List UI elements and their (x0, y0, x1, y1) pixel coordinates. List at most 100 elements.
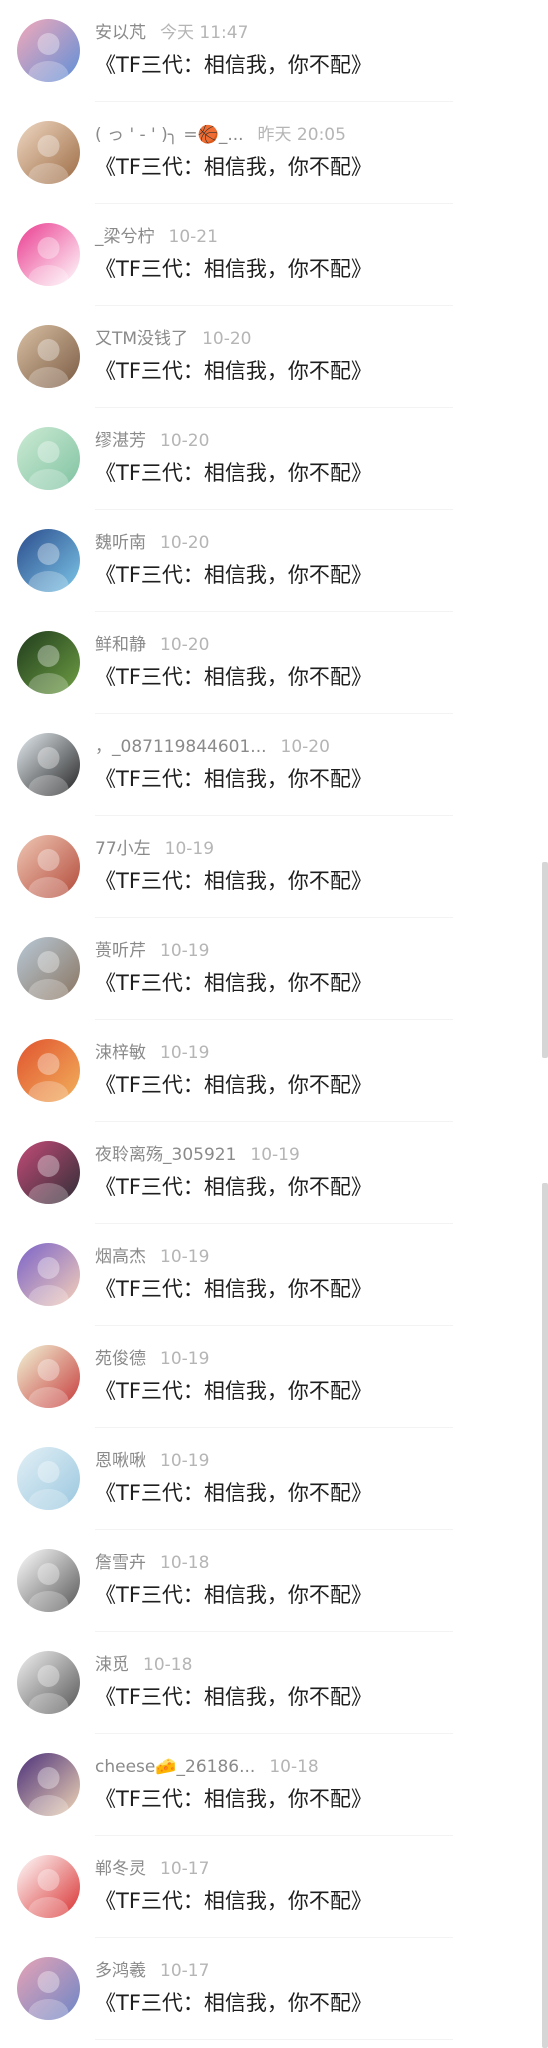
comment-meta: 多鸿羲 10-17 (95, 1960, 209, 1982)
flower-girl-avatar[interactable] (17, 1141, 80, 1204)
comment-text: 《TF三代：相信我，你不配》 (95, 1787, 372, 1811)
comment-item[interactable]: 77小左 10-19 《TF三代：相信我，你不配》 (0, 816, 548, 918)
comment-text: 《TF三代：相信我，你不配》 (95, 665, 372, 689)
green-scene-avatar[interactable] (17, 427, 80, 490)
comment-item[interactable]: 魏听南 10-20 《TF三代：相信我，你不配》 (0, 510, 548, 612)
anime-girl-avatar[interactable] (17, 733, 80, 796)
child-photo-avatar[interactable] (17, 121, 80, 184)
timestamp: 10-21 (168, 227, 218, 247)
comment-item[interactable]: _梁兮柠 10-21 《TF三代：相信我，你不配》 (0, 204, 548, 306)
divider (95, 2039, 453, 2040)
username[interactable]: ( っ ' - ' )╮ =🏀_... (95, 125, 244, 145)
username[interactable]: 77小左 (95, 839, 151, 859)
comment-meta: 77小左 10-19 (95, 838, 214, 860)
schoolgirl-drawing-avatar[interactable] (17, 1345, 80, 1408)
username[interactable]: 多鸿羲 (95, 1961, 146, 1981)
username[interactable]: 安以芃 (95, 23, 146, 43)
cartoon-cat-face-avatar[interactable] (17, 1549, 80, 1612)
comment-meta: 苑俊德 10-19 (95, 1348, 209, 1370)
comment-text: 《TF三代：相信我，你不配》 (95, 257, 372, 281)
comment-item[interactable]: 烟高杰 10-19 《TF三代：相信我，你不配》 (0, 1224, 548, 1326)
comment-item[interactable]: 郸冬灵 10-17 《TF三代：相信我，你不配》 (0, 1836, 548, 1938)
comment-item[interactable]: 鲜和静 10-20 《TF三代：相信我，你不配》 (0, 612, 548, 714)
comment-item[interactable]: 涑梓敏 10-19 《TF三代：相信我，你不配》 (0, 1020, 548, 1122)
username[interactable]: 魏听南 (95, 533, 146, 553)
username[interactable]: 缪湛芳 (95, 431, 146, 451)
comment-item[interactable]: ，_087119844601... 10-20 《TF三代：相信我，你不配》 (0, 714, 548, 816)
comment-item[interactable]: 安以芃 今天 11:47 《TF三代：相信我，你不配》 (0, 0, 548, 102)
comment-text: 《TF三代：相信我，你不配》 (95, 869, 372, 893)
comment-meta: 夜聆离殇_305921 10-19 (95, 1144, 300, 1166)
purple-anime-avatar[interactable] (17, 1243, 80, 1306)
scrollbar-thumb[interactable] (542, 1183, 548, 2048)
comment-item[interactable]: 缪湛芳 10-20 《TF三代：相信我，你不配》 (0, 408, 548, 510)
username[interactable]: cheese🧀_26186... (95, 1757, 255, 1777)
laughing-child-avatar[interactable] (17, 325, 80, 388)
comment-item[interactable]: 又TM没钱了 10-20 《TF三代：相信我，你不配》 (0, 306, 548, 408)
comment-text: 《TF三代：相信我，你不配》 (95, 1889, 372, 1913)
username[interactable]: 涑梓敏 (95, 1043, 146, 1063)
comment-text: 《TF三代：相信我，你不配》 (95, 1073, 372, 1097)
comment-item[interactable]: 恩啾啾 10-19 《TF三代：相信我，你不配》 (0, 1428, 548, 1530)
username[interactable]: 又TM没钱了 (95, 329, 188, 349)
timestamp: 10-17 (160, 1859, 210, 1879)
username[interactable]: _梁兮柠 (95, 227, 155, 247)
man-in-jacket-avatar[interactable] (17, 1753, 80, 1816)
vintage-car-avatar[interactable] (17, 631, 80, 694)
comment-item[interactable]: 蒉听芹 10-19 《TF三代：相信我，你不配》 (0, 918, 548, 1020)
eating-girl-avatar[interactable] (17, 835, 80, 898)
comment-text: 《TF三代：相信我，你不配》 (95, 971, 372, 995)
bw-portrait-avatar[interactable] (17, 1651, 80, 1714)
cat-avatar[interactable] (17, 937, 80, 1000)
timestamp: 10-19 (160, 1451, 210, 1471)
username[interactable]: 涑觅 (95, 1655, 129, 1675)
comment-text: 《TF三代：相信我，你不配》 (95, 767, 372, 791)
timestamp: 今天 11:47 (160, 23, 249, 43)
comment-item[interactable]: 夜聆离殇_305921 10-19 《TF三代：相信我，你不配》 (0, 1122, 548, 1224)
timestamp: 10-19 (160, 941, 210, 961)
username[interactable]: 郸冬灵 (95, 1859, 146, 1879)
comment-item[interactable]: ( っ ' - ' )╮ =🏀_... 昨天 20:05 《TF三代：相信我，你不配… (0, 102, 548, 204)
timestamp: 10-17 (160, 1961, 210, 1981)
username[interactable]: 苑俊德 (95, 1349, 146, 1369)
comment-item[interactable]: 多鸿羲 10-17 《TF三代：相信我，你不配》 (0, 1938, 548, 2040)
timestamp: 10-18 (269, 1757, 319, 1777)
timestamp: 昨天 20:05 (257, 125, 346, 145)
comment-text: 《TF三代：相信我，你不配》 (95, 563, 372, 587)
comment-meta: 蒉听芹 10-19 (95, 940, 209, 962)
timestamp: 10-20 (202, 329, 252, 349)
sunset-sea-avatar[interactable] (17, 1957, 80, 2020)
username[interactable]: 夜聆离殇_305921 (95, 1145, 236, 1165)
comment-item[interactable]: 涑觅 10-18 《TF三代：相信我，你不配》 (0, 1632, 548, 1734)
timestamp: 10-20 (160, 533, 210, 553)
timestamp: 10-20 (160, 635, 210, 655)
username[interactable]: 恩啾啾 (95, 1451, 146, 1471)
hello-kitty-avatar[interactable] (17, 223, 80, 286)
comment-item[interactable]: cheese🧀_26186... 10-18 《TF三代：相信我，你不配》 (0, 1734, 548, 1836)
maruko-avatar[interactable] (17, 1855, 80, 1918)
comment-meta: ( っ ' - ' )╮ =🏀_... 昨天 20:05 (95, 124, 346, 146)
comment-item[interactable]: 苑俊德 10-19 《TF三代：相信我，你不配》 (0, 1326, 548, 1428)
comment-list: 安以芃 今天 11:47 《TF三代：相信我，你不配》( っ ' - ' )╮ =🏀… (0, 0, 548, 2040)
white-hair-anime-avatar[interactable] (17, 1447, 80, 1510)
comment-text: 《TF三代：相信我，你不配》 (95, 1583, 372, 1607)
comment-meta: 烟高杰 10-19 (95, 1246, 209, 1268)
food-plate-avatar[interactable] (17, 1039, 80, 1102)
username[interactable]: ，_087119844601... (95, 737, 267, 757)
comment-text: 《TF三代：相信我，你不配》 (95, 1685, 372, 1709)
username[interactable]: 詹雪卉 (95, 1553, 146, 1573)
username[interactable]: 鲜和静 (95, 635, 146, 655)
comment-meta: 魏听南 10-20 (95, 532, 209, 554)
scrollbar-thumb[interactable] (542, 862, 548, 1058)
timestamp: 10-18 (160, 1553, 210, 1573)
girl-photo-avatar[interactable] (17, 19, 80, 82)
comment-item[interactable]: 詹雪卉 10-18 《TF三代：相信我，你不配》 (0, 1530, 548, 1632)
username[interactable]: 烟高杰 (95, 1247, 146, 1267)
blue-fantasy-avatar[interactable] (17, 529, 80, 592)
comment-meta: 涑觅 10-18 (95, 1654, 192, 1676)
comment-meta: cheese🧀_26186... 10-18 (95, 1756, 319, 1778)
comment-text: 《TF三代：相信我，你不配》 (95, 155, 372, 179)
comment-meta: 又TM没钱了 10-20 (95, 328, 251, 350)
comment-text: 《TF三代：相信我，你不配》 (95, 1277, 372, 1301)
username[interactable]: 蒉听芹 (95, 941, 146, 961)
